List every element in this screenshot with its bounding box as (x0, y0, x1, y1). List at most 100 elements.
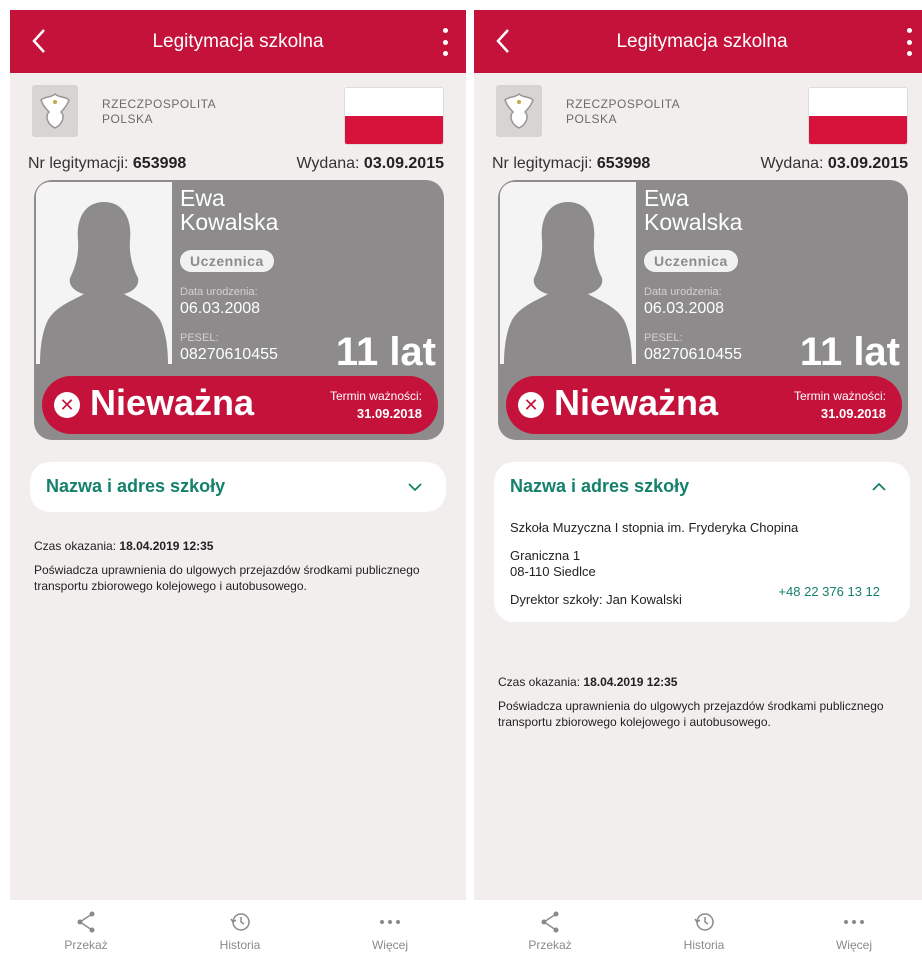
chevron-down-icon[interactable] (408, 480, 422, 494)
school-city: 08-110 Siedlce (510, 564, 596, 579)
dob-value: 06.03.2008 (180, 300, 261, 317)
more-dots-icon (814, 910, 894, 934)
expiry-date: Termin ważności: 31.09.2018 (794, 388, 886, 423)
back-arrow-icon[interactable] (492, 24, 514, 58)
student-name: Ewa Kowalska (644, 186, 742, 234)
nav-history[interactable]: Historia (664, 910, 744, 952)
issuer-name: RZECZPOSPOLITA POLSKA (566, 97, 680, 127)
school-details: Szkoła Muzyczna I stopnia im. Fryderyka … (494, 512, 910, 622)
nav-history[interactable]: Historia (200, 910, 280, 952)
last-name: Kowalska (644, 209, 743, 235)
expiry-label: Termin ważności: (793, 389, 886, 403)
role-badge: Uczennica (180, 250, 274, 272)
id-card: Ewa Kowalska Uczennica Data urodzenia: 0… (498, 180, 908, 440)
school-section-title: Nazwa i adres szkoły (510, 476, 690, 496)
nav-more-label: Więcej (371, 938, 408, 952)
school-street: Graniczna 1 (510, 548, 581, 563)
nav-more-label: Więcej (835, 938, 872, 952)
chevron-up-icon[interactable] (872, 480, 886, 494)
share-icon (46, 910, 126, 934)
first-name: Ewa (180, 185, 225, 211)
issue-date: Wydana: 03.09.2015 (296, 155, 444, 172)
app-bar: Legitymacja szkolna (474, 10, 922, 73)
card-number: Nr legitymacji: 653998 (28, 155, 187, 172)
info-description: Poświadcza uprawnienia do ulgowych przej… (498, 699, 884, 729)
issuer-line2: POLSKA (102, 112, 154, 126)
status-text: Nieważna (554, 382, 719, 423)
person-silhouette-icon (36, 182, 172, 364)
issuer-line1: RZECZPOSPOLITA (566, 97, 681, 111)
invalid-status-banner: ✕ Nieważna Termin ważności: 31.09.2018 (42, 376, 438, 434)
card-numbers: Nr legitymacji: 653998 Wydana: 03.09.201… (474, 151, 922, 179)
pesel-value: 08270610455 (644, 346, 742, 363)
school-name: Szkoła Muzyczna I stopnia im. Fryderyka … (510, 520, 799, 535)
polish-flag-icon (344, 87, 444, 145)
expiry-value: 31.09.2018 (820, 406, 886, 421)
dob-label: Data urodzenia: (180, 286, 258, 298)
last-name: Kowalska (180, 209, 279, 235)
dob-value: 06.03.2008 (644, 300, 725, 317)
invalid-status-banner: ✕ Nieważna Termin ważności: 31.09.2018 (506, 376, 902, 434)
student-name: Ewa Kowalska (180, 186, 278, 234)
issue-date: Wydana: 03.09.2015 (760, 155, 908, 172)
info-description: Poświadcza uprawnienia do ulgowych przej… (34, 563, 420, 593)
info-block: Czas okazania: 18.04.2019 12:35 Poświadc… (34, 538, 454, 594)
role-badge: Uczennica (644, 250, 738, 272)
expiry-date: Termin ważności: 31.09.2018 (330, 388, 422, 423)
close-circle-icon: ✕ (54, 392, 80, 418)
id-card: Ewa Kowalska Uczennica Data urodzenia: 0… (34, 180, 444, 440)
nav-history-label: Historia (219, 938, 261, 952)
eagle-emblem-icon (32, 85, 78, 137)
nav-more[interactable]: Więcej (814, 910, 894, 952)
issuer-header: RZECZPOSPOLITA POLSKA (10, 73, 466, 151)
issuer-name: RZECZPOSPOLITA POLSKA (102, 97, 216, 127)
nav-history-label: Historia (683, 938, 725, 952)
pesel-value: 08270610455 (180, 346, 278, 363)
nav-share-label: Przekaż (64, 938, 108, 952)
person-silhouette-icon (500, 182, 636, 364)
bottom-navigation: Przekaż Historia Więcej (10, 900, 466, 960)
nav-more[interactable]: Więcej (350, 910, 430, 952)
age-value: 11 lat (335, 330, 436, 374)
school-section-title: Nazwa i adres szkoły (46, 476, 226, 496)
issuer-line2: POLSKA (566, 112, 618, 126)
dob-label: Data urodzenia: (644, 286, 722, 298)
nav-share[interactable]: Przekaż (510, 910, 590, 952)
school-address: Graniczna 1 08-110 Siedlce (510, 548, 894, 580)
school-section-header[interactable]: Nazwa i adres szkoły (494, 462, 910, 512)
status-text: Nieważna (90, 382, 255, 423)
expiry-label: Termin ważności: (329, 389, 422, 403)
overflow-menu-icon[interactable] (904, 28, 914, 56)
school-section[interactable]: Nazwa i adres szkoły Szkoła Muzyczna I s… (494, 462, 910, 622)
pesel-label: PESEL: (644, 332, 683, 344)
close-circle-icon: ✕ (518, 392, 544, 418)
nav-share[interactable]: Przekaż (46, 910, 126, 952)
screen-collapsed: Legitymacja szkolna RZECZPOSPOLITA POLSK… (10, 10, 466, 960)
school-phone-link[interactable]: +48 22 376 13 12 (778, 584, 880, 600)
back-arrow-icon[interactable] (28, 24, 50, 58)
school-section[interactable]: Nazwa i adres szkoły (30, 462, 446, 512)
more-dots-icon (350, 910, 430, 934)
screen-expanded: Legitymacja szkolna RZECZPOSPOLITA POLSK… (474, 10, 922, 960)
nav-share-label: Przekaż (528, 938, 572, 952)
issuer-line1: RZECZPOSPOLITA (102, 97, 217, 111)
history-icon (200, 910, 280, 934)
history-icon (664, 910, 744, 934)
card-number: Nr legitymacji: 653998 (492, 155, 651, 172)
issuer-header: RZECZPOSPOLITA POLSKA (474, 73, 922, 151)
school-section-header[interactable]: Nazwa i adres szkoły (30, 462, 446, 512)
first-name: Ewa (644, 185, 689, 211)
app-bar-title: Legitymacja szkolna (616, 30, 788, 52)
polish-flag-icon (808, 87, 908, 145)
app-bar-title: Legitymacja szkolna (152, 30, 324, 52)
pesel-label: PESEL: (180, 332, 219, 344)
app-bar: Legitymacja szkolna (10, 10, 466, 73)
eagle-emblem-icon (496, 85, 542, 137)
info-block: Czas okazania: 18.04.2019 12:35 Poświadc… (498, 674, 918, 730)
shown-time: Czas okazania: 18.04.2019 12:35 (498, 675, 678, 689)
shown-time: Czas okazania: 18.04.2019 12:35 (34, 539, 214, 553)
bottom-navigation: Przekaż Historia Więcej (474, 900, 922, 960)
overflow-menu-icon[interactable] (440, 28, 450, 56)
age-value: 11 lat (799, 330, 900, 374)
card-numbers: Nr legitymacji: 653998 Wydana: 03.09.201… (10, 151, 466, 179)
